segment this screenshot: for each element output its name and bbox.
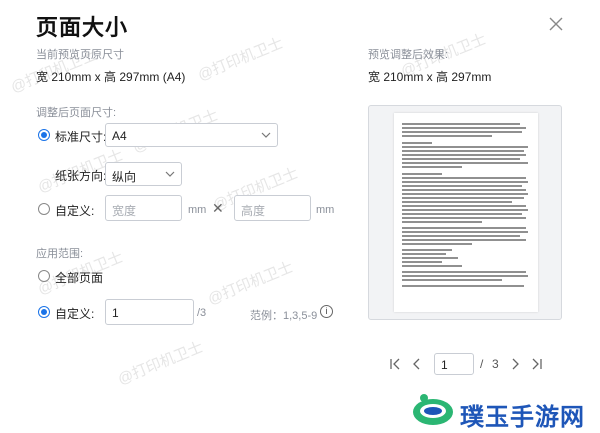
watermark-text: @打印机卫士 <box>195 34 286 85</box>
custom-size-radio[interactable] <box>38 203 50 215</box>
standard-size-value: A4 <box>112 129 127 143</box>
orientation-label: 纸张方向: <box>55 169 107 183</box>
brand-logo <box>410 392 456 433</box>
height-unit: mm <box>316 204 335 216</box>
current-size-label: 当前预览页原尺寸 <box>36 49 124 61</box>
width-placeholder: 宽度 <box>112 204 137 218</box>
height-placeholder: 高度 <box>241 204 266 218</box>
preview-size-value: 宽 210mm x 高 297mm <box>368 70 492 84</box>
preview-page <box>394 113 538 312</box>
orientation-value: 纵向 <box>112 170 137 184</box>
close-button[interactable] <box>546 14 566 34</box>
orientation-select[interactable]: 纵向 <box>105 162 182 186</box>
custom-range-input[interactable]: 1 <box>105 299 194 325</box>
page-separator: / <box>480 357 484 371</box>
info-glyph: i <box>325 306 328 316</box>
last-page-icon <box>532 358 542 370</box>
all-pages-label: 全部页面 <box>55 271 104 285</box>
custom-size-label: 自定义: <box>55 204 95 218</box>
times-icon: ✕ <box>212 200 224 216</box>
standard-size-label: 标准尺寸: <box>55 130 107 144</box>
chevron-right-icon <box>512 358 519 370</box>
page-number-input[interactable]: 1 <box>434 353 474 375</box>
watermark-text: @打印机卫士 <box>205 258 296 309</box>
standard-size-radio[interactable] <box>38 129 50 141</box>
watermark-text: @打印机卫士 <box>115 338 206 389</box>
width-input[interactable]: 宽度 <box>105 195 182 221</box>
current-size-value: 宽 210mm x 高 297mm (A4) <box>36 70 186 84</box>
all-pages-radio[interactable] <box>38 270 50 282</box>
close-icon <box>549 17 563 31</box>
custom-range-radio[interactable] <box>38 306 50 318</box>
standard-size-select[interactable]: A4 <box>105 123 278 147</box>
adjust-section-label: 调整后页面尺寸: <box>36 107 117 119</box>
range-example: 范例：1,3,5-9 <box>250 310 318 322</box>
height-input[interactable]: 高度 <box>234 195 311 221</box>
last-page-button[interactable] <box>530 357 544 371</box>
custom-range-label: 自定义: <box>55 307 95 321</box>
first-page-icon <box>390 358 400 370</box>
chevron-left-icon <box>413 358 420 370</box>
brand-logo-icon <box>413 394 453 425</box>
chevron-down-icon <box>165 171 175 177</box>
dialog-title: 页面大小 <box>36 15 129 40</box>
chevron-down-icon <box>261 132 271 138</box>
page-number-value: 1 <box>441 358 448 372</box>
preview-label: 预览调整后效果: <box>368 49 449 61</box>
custom-range-value: 1 <box>112 306 119 320</box>
info-icon[interactable]: i <box>320 305 333 318</box>
page-total: 3 <box>492 357 499 371</box>
prev-page-button[interactable] <box>410 357 424 371</box>
range-total: /3 <box>197 307 207 319</box>
next-page-button[interactable] <box>508 357 522 371</box>
range-section-label: 应用范围: <box>36 248 84 260</box>
width-unit: mm <box>188 204 207 216</box>
brand-name: 璞玉手游网 <box>460 404 585 431</box>
first-page-button[interactable] <box>388 357 402 371</box>
